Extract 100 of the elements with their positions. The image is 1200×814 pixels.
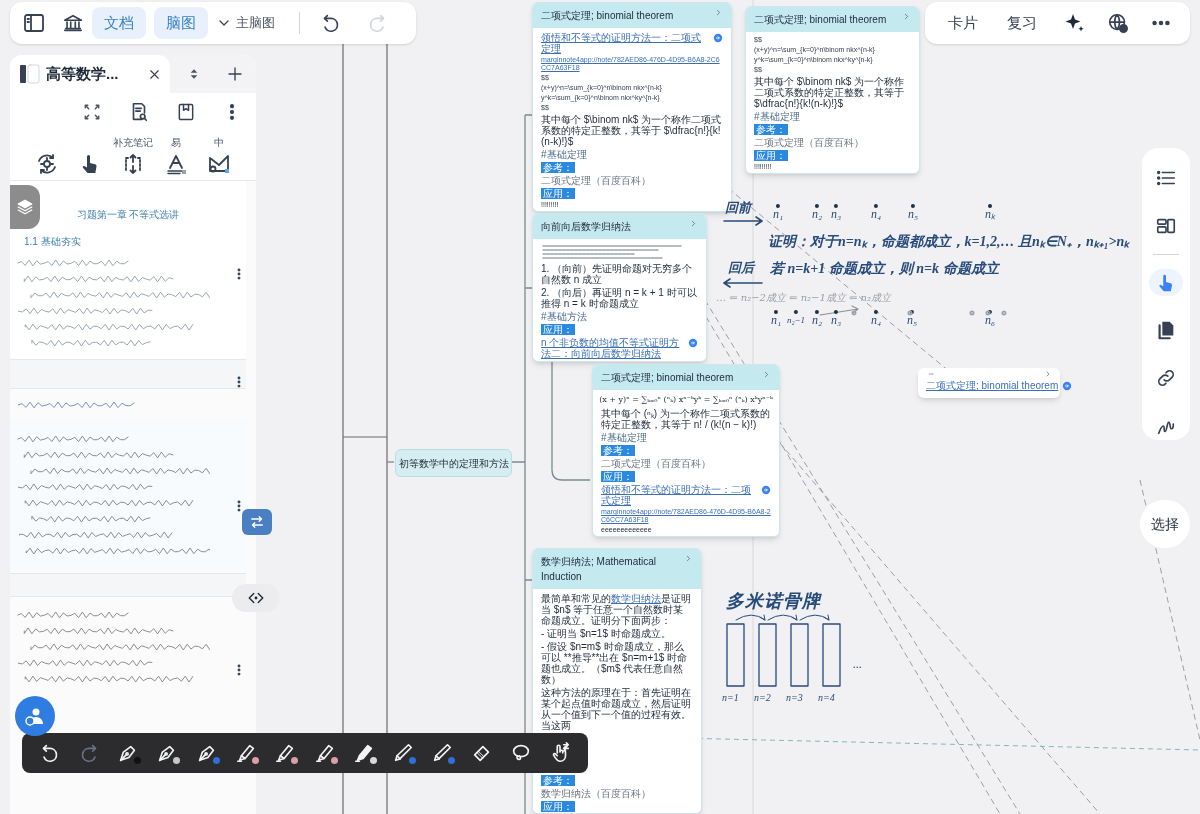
section-label: 参考： bbox=[541, 775, 575, 786]
shape-tool-icon[interactable] bbox=[207, 152, 231, 176]
point-label: n₄ bbox=[870, 204, 882, 221]
marker-icon bbox=[352, 742, 375, 764]
layers-button[interactable] bbox=[10, 185, 40, 229]
map-selector[interactable]: 主脑图 bbox=[216, 13, 275, 33]
pencil-icon bbox=[431, 742, 454, 764]
note-text: - 证明当 $n=1$ 时命题成立。 bbox=[541, 628, 671, 639]
arrow-drawing bbox=[818, 305, 860, 317]
note-card[interactable]: 向前向后数学归纳法 1. （向前）先证明命题对无穷多个自然数 n 成立 2. （向后）再证明 n = k + 1 时可以推得 n = k 时命题成立 #基础方法 应用： n 个非负数的均值不等式证明方法二：向前向后数学归纳法 bbox=[532, 213, 707, 362]
handwritten-text: 证明：对于n=nₖ，命题都成立，k=1,2,… 且nₖ∈N₊，nₖ₊₁>nₖ bbox=[768, 233, 1130, 251]
chevron-right-icon[interactable] bbox=[762, 370, 771, 379]
fit-screen-icon[interactable] bbox=[82, 102, 102, 122]
hashtag: #基础方法 bbox=[541, 311, 587, 322]
link-out-icon[interactable] bbox=[761, 485, 771, 495]
link-out-icon[interactable] bbox=[713, 33, 723, 43]
highlighter-icon bbox=[313, 742, 336, 764]
arrow-right-drawing bbox=[722, 216, 766, 226]
tab-title: 高等数学... bbox=[46, 63, 120, 84]
page-title: 习题第一章 不等式选讲 bbox=[76, 208, 180, 222]
card-title: 数学归纳法; Mathematical Induction bbox=[541, 555, 658, 584]
point-label: n₄ bbox=[870, 310, 882, 327]
note-text: - 假设 $n=m$ 时命题成立，那么可以 **推导**出在 $n=m+1$ 时命题也成立。（$m$ 代表任意自然数） bbox=[541, 641, 689, 685]
handwritten-label: 回后 bbox=[728, 259, 754, 277]
document-tab[interactable]: 高等数学... bbox=[10, 55, 170, 93]
section-label: 参考： bbox=[754, 124, 788, 135]
view-tab[interactable]: 文档 bbox=[92, 7, 146, 39]
chevron-right-icon[interactable] bbox=[684, 554, 693, 563]
inline-link[interactable]: 数学归纳法 bbox=[611, 593, 661, 604]
view-tab[interactable]: 脑图 bbox=[154, 7, 208, 39]
section-label: 参考： bbox=[601, 445, 635, 456]
note-link[interactable]: 二项式定理; binomial theorem bbox=[926, 378, 1059, 393]
arrow-left-drawing bbox=[720, 278, 764, 288]
note-text: 1. （向前）先证明命题对无穷多个自然数 n 成立 bbox=[541, 263, 694, 285]
point-label: n₂−1 bbox=[786, 310, 806, 327]
link-out-icon[interactable] bbox=[688, 338, 698, 348]
toolbar-button[interactable]: 复习 bbox=[1002, 11, 1041, 35]
tool-label: 易 bbox=[171, 136, 181, 150]
select-button[interactable]: 选择 bbox=[1140, 500, 1190, 548]
link-out-icon[interactable] bbox=[1062, 380, 1073, 391]
card-title: 向前向后数学归纳法 bbox=[541, 220, 631, 234]
tool-label: 中 bbox=[214, 136, 224, 150]
card-title: 二项式定理; binomial theorem bbox=[601, 371, 734, 385]
card-title: 二项式定理; binomial theorem bbox=[541, 9, 674, 23]
chevron-right-icon[interactable] bbox=[689, 219, 698, 228]
rotate-icon[interactable] bbox=[35, 152, 59, 176]
sidebar-toggle-icon[interactable] bbox=[22, 11, 46, 35]
note-text: 其中每个 (ⁿₖ) 为一个称作二项式系数的特定正整数，其等于 n! / (k!(n − k)!) bbox=[601, 408, 771, 430]
note-text: 这种方法的原理在于：首先证明在某个起点值时命题成立，然后证明从一个值到下一个值的过程有效。当这两 bbox=[541, 687, 692, 731]
note-link[interactable]: n 个非负数的均值不等式证明方法二：向前向后数学归纳法 bbox=[541, 337, 684, 359]
note-link[interactable]: 领悟和不等式的证明方法一：二项式定理 bbox=[601, 484, 757, 506]
point-label: nₖ bbox=[985, 204, 995, 221]
note-link[interactable]: 领悟和不等式的证明方法一：二项式定理 bbox=[541, 32, 709, 54]
section-label: 应用： bbox=[541, 324, 575, 335]
pencil-icon bbox=[392, 742, 415, 764]
add-icon[interactable] bbox=[226, 65, 244, 83]
domino-label: n=3 bbox=[786, 691, 803, 705]
point-label: n₂ bbox=[811, 310, 823, 327]
source-text: 二项式定理（百度百科） bbox=[754, 137, 864, 148]
tool-label: 补充笔记 bbox=[113, 136, 153, 150]
domino-label: n=2 bbox=[754, 691, 771, 705]
panel-resize-handle[interactable] bbox=[232, 584, 280, 612]
source-text: 数学归纳法（百度百科） bbox=[541, 788, 651, 799]
formula: (x + y)ⁿ = ∑ₖ₌₀ⁿ (ⁿₖ) xⁿ⁻ᵏyᵏ = ∑ₖ₌₀ⁿ (ⁿₖ) xᵏyⁿ⁻ᵏ bbox=[599, 394, 773, 406]
root-node[interactable]: 初等数学中的定理和方法 bbox=[395, 449, 512, 477]
swap-button[interactable] bbox=[242, 509, 272, 535]
toolbar-button[interactable]: 卡片 bbox=[943, 11, 982, 35]
section-label: 应用： bbox=[601, 471, 635, 482]
section-heading: 1.1 基础夯实 bbox=[24, 235, 81, 249]
section-label: 应用： bbox=[541, 801, 575, 812]
library-icon[interactable] bbox=[62, 12, 84, 34]
text-style-icon[interactable] bbox=[164, 152, 188, 176]
note-text: 2. （向后）再证明 n = k + 1 时可以推得 n = k 时命题成立 bbox=[541, 287, 698, 309]
handwritten-text: ... bbox=[853, 656, 862, 673]
note-card[interactable] bbox=[532, 548, 702, 814]
note-text: 其中每个 $\binom nk$ 为一个称作二项式系数的特定正整数，其等于 $\dfrac{n!}{k!(n-k)!}$ bbox=[754, 76, 906, 109]
point-label: n₁ bbox=[770, 310, 782, 327]
globe-icon[interactable] bbox=[1106, 12, 1129, 34]
domino-label: n=4 bbox=[818, 691, 835, 705]
point-label: n₃ bbox=[830, 204, 842, 221]
domino-label: n=1 bbox=[722, 691, 739, 705]
note-text: 最简单和常见的数学归纳法是证明当 $n$ 等于任意一个自然数时某命题成立。证明分下面两步： bbox=[541, 593, 692, 626]
source-text: 二项式定理（百度百科） bbox=[601, 458, 711, 469]
branch-line bbox=[386, 461, 395, 463]
bookmark-icon[interactable] bbox=[176, 102, 196, 122]
source-text: 二项式定理（百度百科） bbox=[541, 175, 651, 186]
point-label: n₃ bbox=[830, 310, 842, 327]
point-label: n₁ bbox=[772, 204, 784, 221]
layers-icon bbox=[16, 198, 34, 216]
handwritten-text: 若 n=k+1 命题成立，则 n=k 命题成立 bbox=[770, 260, 999, 278]
hashtag: #基础定理 bbox=[754, 111, 800, 122]
chevron-right-icon[interactable] bbox=[714, 8, 723, 17]
chevron-right-icon[interactable] bbox=[1044, 370, 1052, 378]
handwritten-title: 多米诺骨牌 bbox=[726, 590, 821, 613]
hashtag: #基础定理 bbox=[601, 432, 647, 443]
point-label: n₅ bbox=[906, 310, 918, 327]
point-label: n₅ bbox=[907, 204, 919, 221]
hashtag: #基础定理 bbox=[541, 149, 587, 160]
chevron-right-icon[interactable] bbox=[902, 12, 911, 21]
section-label: 参考： bbox=[541, 162, 575, 173]
